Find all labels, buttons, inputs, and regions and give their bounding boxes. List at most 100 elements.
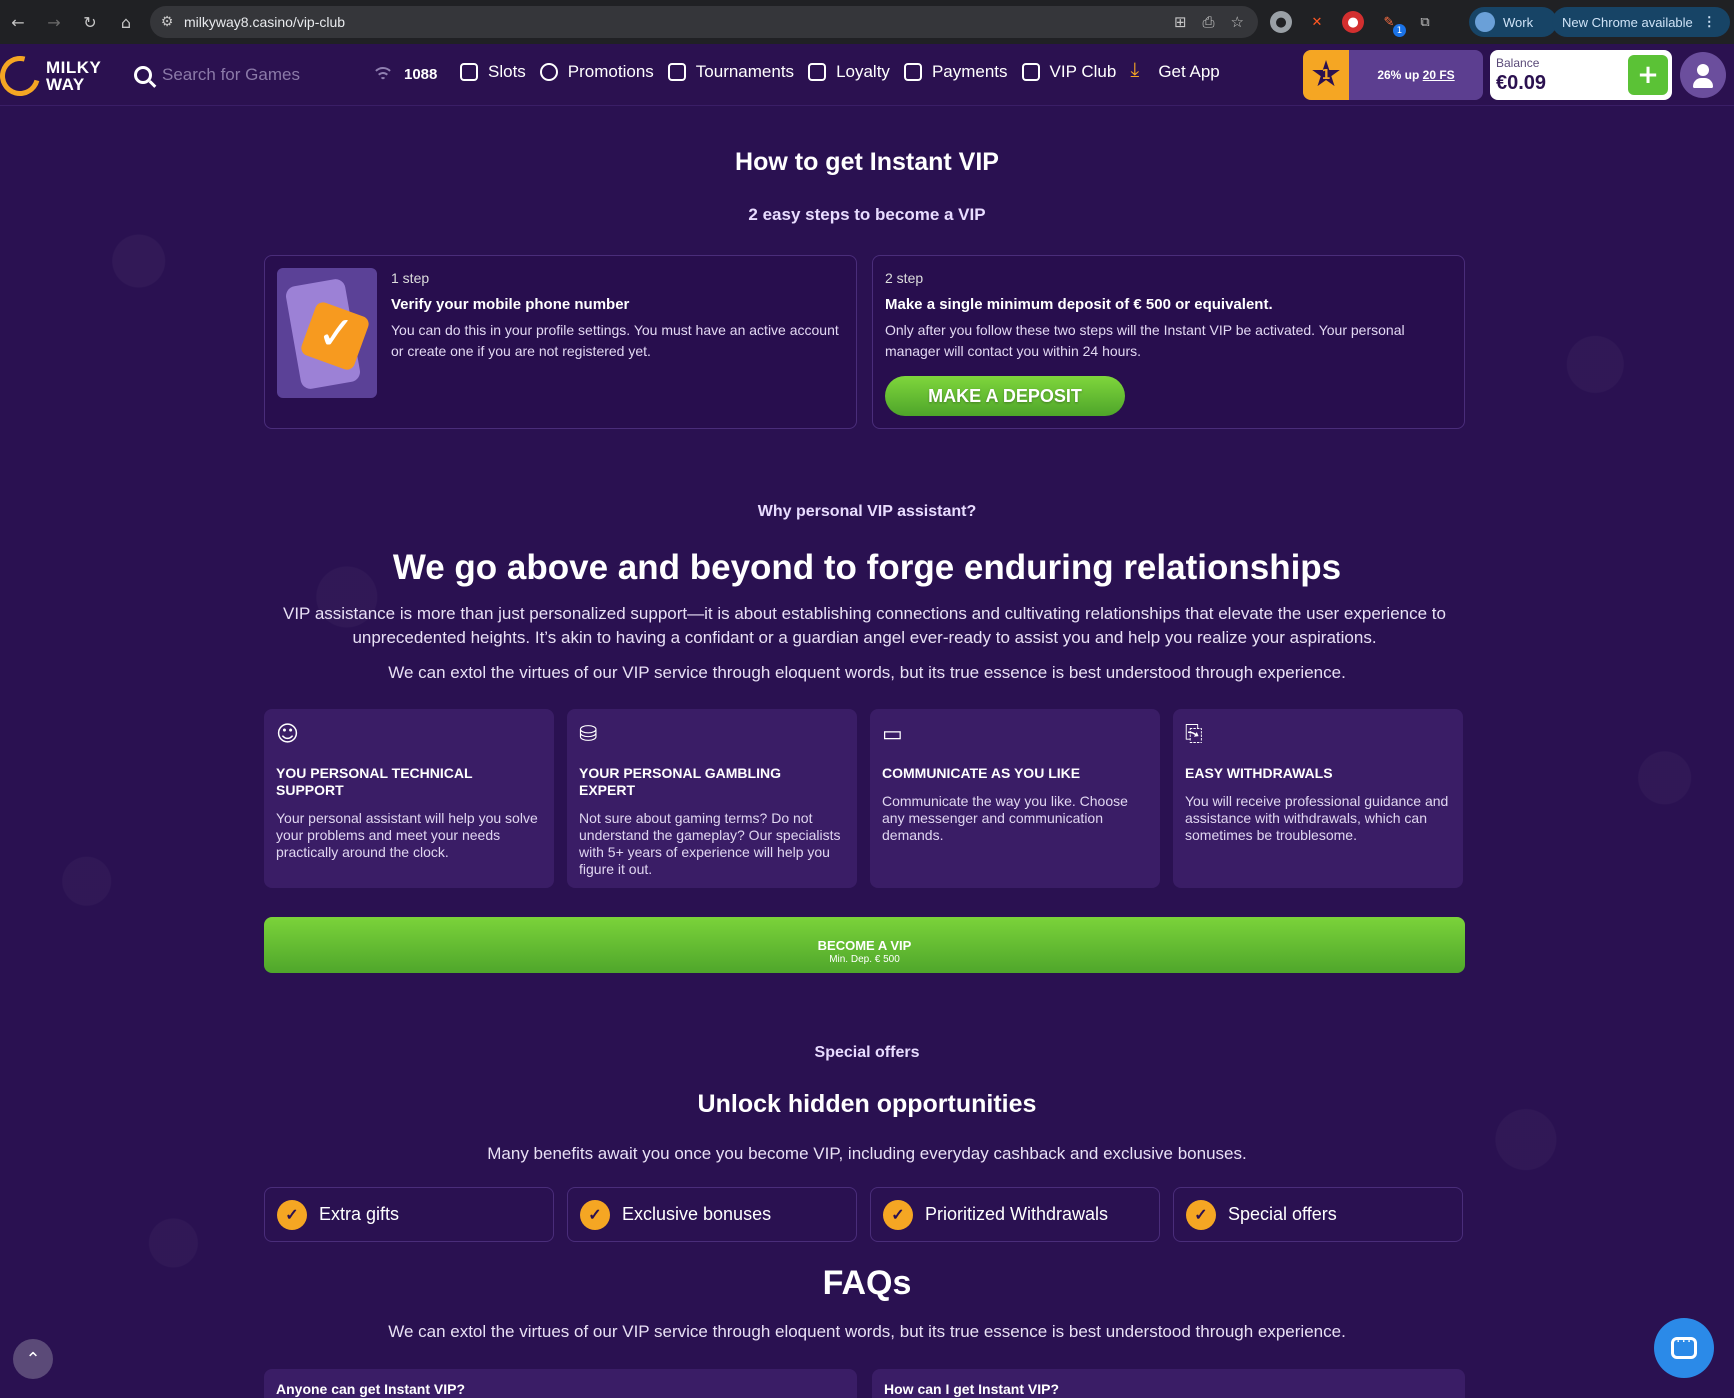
loyalty-star-icon: ★ 1: [1303, 50, 1349, 100]
nav-slots[interactable]: Slots: [460, 62, 526, 82]
address-bar[interactable]: ⚙ milkyway8.casino/vip-club ⊞ ⎙ ☆: [150, 6, 1258, 38]
instant-vip-title: How to get Instant VIP: [735, 148, 999, 176]
extension-icon[interactable]: ●: [1342, 11, 1364, 33]
check-icon: ✓: [1186, 1199, 1216, 1230]
become-vip-button[interactable]: BECOME A VIP Min. Dep. € 500: [264, 917, 1465, 973]
nav-tournaments[interactable]: Tournaments: [667, 62, 794, 82]
feature-card: ⎘ EASY WITHDRAWALS You will receive prof…: [1173, 709, 1463, 888]
user-icon: [1697, 64, 1709, 76]
online-players: 1088: [372, 66, 437, 83]
reload-icon[interactable]: ↻: [72, 0, 108, 44]
site-header: MILKY WAY 1088 Slots Promotions Tourname…: [0, 44, 1734, 106]
balance-label: Balance: [1496, 56, 1540, 70]
feature-title: YOUR PERSONAL GAMBLING EXPERT: [579, 765, 781, 798]
instant-vip-subtitle: 2 easy steps to become a VIP: [748, 205, 986, 224]
offers-eyebrow: Special offers: [814, 1044, 920, 1061]
feature-text: Not sure about gaming terms? Do not unde…: [579, 810, 841, 877]
chat-icon: ▭: [882, 722, 903, 747]
main-nav: Slots Promotions Tournaments Loyalty Pay…: [460, 59, 1220, 82]
nav-get-app[interactable]: Get App: [1130, 59, 1219, 82]
faq-question[interactable]: How can I get Instant VIP?: [872, 1369, 1465, 1398]
why-paragraph: VIP assistance is more than just persona…: [283, 604, 1446, 647]
loyalty-progress[interactable]: ★ 1 26% up 20 FS: [1303, 50, 1483, 100]
withdraw-icon: ⎘: [1185, 722, 1203, 747]
update-label: New Chrome available: [1562, 14, 1693, 30]
feature-title: EASY WITHDRAWALS: [1185, 765, 1333, 781]
balance-value: €0.09: [1496, 72, 1547, 94]
faq-question[interactable]: Anyone can get Instant VIP?: [264, 1369, 857, 1398]
loyalty-text: 26% up 20 FS: [1377, 68, 1455, 82]
free-spins-link[interactable]: 20 FS: [1423, 68, 1455, 82]
become-vip-sublabel: Min. Dep. € 500: [829, 954, 900, 965]
translate-icon[interactable]: ⊞: [1174, 13, 1187, 31]
search-bar[interactable]: [134, 58, 342, 92]
download-icon: [1130, 59, 1148, 82]
browser-toolbar: ← → ↻ ⌂ ⚙ milkyway8.casino/vip-club ⊞ ⎙ …: [0, 0, 1734, 44]
become-vip-label: BECOME A VIP: [817, 938, 912, 953]
profile-button[interactable]: [1680, 52, 1726, 98]
chat-bubble-icon: [1671, 1334, 1697, 1359]
feature-card: ☺ YOU PERSONAL TECHNICAL SUPPORT Your pe…: [264, 709, 554, 888]
offer-item: ✓ Exclusive bonuses: [567, 1187, 857, 1242]
wallet-icon: [903, 63, 922, 81]
promotion-icon: [539, 63, 558, 81]
search-input[interactable]: [162, 65, 342, 85]
online-count: 1088: [404, 66, 438, 83]
offer-item: ✓ Special offers: [1173, 1187, 1463, 1242]
extension-icon[interactable]: ●: [1270, 11, 1292, 33]
why-title: We go above and beyond to forge enduring…: [392, 548, 1342, 587]
extension-icon[interactable]: ✎ 1: [1378, 11, 1406, 37]
home-icon[interactable]: ⌂: [108, 0, 144, 44]
feature-card: ▭ COMMUNICATE AS YOU LIKE Communicate th…: [870, 709, 1160, 888]
loyalty-level: 1: [1321, 68, 1331, 83]
back-icon[interactable]: ←: [0, 0, 36, 44]
offer-item: ✓ Prioritized Withdrawals: [870, 1187, 1160, 1242]
faqs-text: We can extol the virtues of our VIP serv…: [388, 1322, 1346, 1341]
offer-item: ✓ Extra gifts: [264, 1187, 554, 1242]
search-icon[interactable]: [134, 66, 152, 84]
extension-icon[interactable]: ✕: [1306, 11, 1328, 33]
profile-avatar: [1475, 12, 1495, 32]
page-background: [0, 106, 1734, 1398]
offers-text: Many benefits await you once you become …: [487, 1144, 1247, 1163]
why-paragraph-2: We can extol the virtues of our VIP serv…: [388, 663, 1346, 682]
site-logo[interactable]: MILKY WAY: [0, 48, 102, 104]
step-card-2: 2 step Make a single minimum deposit of …: [872, 255, 1465, 429]
why-eyebrow: Why personal VIP assistant?: [757, 503, 977, 520]
step-number: 2 step: [885, 270, 924, 286]
step-text: Only after you follow these two steps wi…: [885, 322, 1405, 359]
nav-promotions[interactable]: Promotions: [539, 62, 654, 82]
loyalty-icon: [808, 63, 827, 81]
nav-loyalty[interactable]: Loyalty: [808, 62, 890, 82]
menu-dots-icon[interactable]: ⋮: [1703, 14, 1716, 30]
url-text[interactable]: milkyway8.casino/vip-club: [184, 14, 345, 30]
live-chat-button[interactable]: [1654, 1318, 1714, 1378]
forward-icon[interactable]: →: [36, 0, 72, 44]
nav-payments[interactable]: Payments: [903, 62, 1008, 82]
bookmark-star-icon[interactable]: ☆: [1231, 13, 1244, 31]
step-text: You can do this in your profile settings…: [391, 322, 839, 359]
logo-mark-icon: [0, 48, 48, 104]
feature-card: ⛁ YOUR PERSONAL GAMBLING EXPERT Not sure…: [567, 709, 857, 888]
make-deposit-button[interactable]: MAKE A DEPOSIT: [885, 376, 1125, 416]
install-icon[interactable]: ⎙: [1203, 13, 1215, 31]
feature-title: YOU PERSONAL TECHNICAL SUPPORT: [276, 765, 473, 798]
scroll-top-icon[interactable]: ⌃: [13, 1339, 53, 1379]
feature-text: Communicate the way you like. Choose any…: [882, 793, 1128, 843]
chrome-update-button[interactable]: New Chrome available ⋮: [1552, 7, 1730, 37]
logo-text: MILKY WAY: [46, 58, 102, 94]
profile-label: Work: [1503, 14, 1534, 30]
deposit-plus-button[interactable]: +: [1628, 55, 1668, 95]
check-icon: ✓: [580, 1199, 610, 1230]
check-icon: ✓: [883, 1199, 913, 1230]
extensions-puzzle-icon[interactable]: ⧉: [1414, 11, 1436, 33]
site-info-icon[interactable]: ⚙: [150, 14, 184, 30]
step-title: Make a single minimum deposit of € 500 o…: [885, 296, 1273, 313]
wifi-icon: [372, 66, 394, 83]
slot-machine-icon: [460, 63, 478, 81]
profile-chip[interactable]: Work: [1469, 7, 1557, 37]
feature-text: Your personal assistant will help you so…: [276, 810, 538, 860]
support-icon: ☺: [276, 722, 299, 747]
phone-verify-illustration: ✓: [277, 268, 377, 398]
nav-vip-club[interactable]: VIP Club: [1021, 62, 1116, 82]
